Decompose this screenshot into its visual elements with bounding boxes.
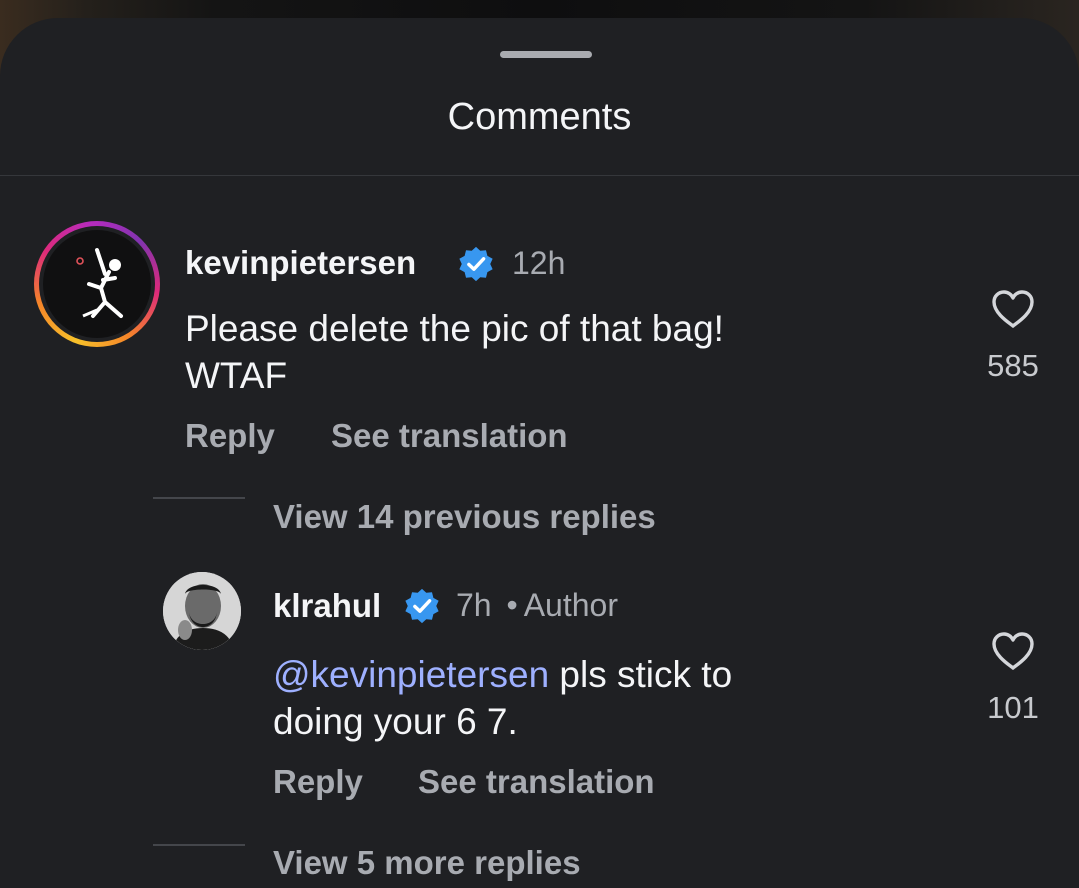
verified-badge-icon <box>405 588 439 624</box>
reply-button[interactable]: Reply <box>273 763 363 801</box>
avatar-story-ring[interactable] <box>34 221 160 347</box>
reply-meta: 7h • Author <box>456 587 618 624</box>
mention-link[interactable]: @kevinpietersen <box>273 654 549 695</box>
reply-text-line: @kevinpietersen pls stick to <box>273 651 732 698</box>
drag-handle[interactable] <box>500 51 592 58</box>
view-more-replies-button[interactable]: View 5 more replies <box>273 844 581 882</box>
person-photo-icon <box>163 572 241 650</box>
meta-separator: • <box>506 587 518 623</box>
reply-username[interactable]: klrahul <box>273 587 381 625</box>
sheet-title: Comments <box>447 96 632 138</box>
comment-text-line: WTAF <box>185 355 288 396</box>
reply-text-line: doing your 6 7. <box>273 701 518 742</box>
like-count: 101 <box>987 690 1039 725</box>
view-previous-replies-button[interactable]: View 14 previous replies <box>273 498 656 536</box>
reply-text-segment: pls stick to <box>549 654 733 695</box>
comment-text: Please delete the pic of that bag! WTAF <box>185 305 724 399</box>
comment-timestamp: 12h <box>512 245 566 281</box>
see-translation-button[interactable]: See translation <box>331 417 568 455</box>
reply-text: @kevinpietersen pls stick to doing your … <box>273 651 732 745</box>
author-tag: Author <box>523 587 618 623</box>
avatar[interactable] <box>163 572 241 650</box>
comments-sheet: Comments kevinpietersen 12h Please delet… <box>0 18 1079 888</box>
see-translation-button[interactable]: See translation <box>418 763 655 801</box>
avatar <box>43 230 151 338</box>
comment-text-line: Please delete the pic of that bag! <box>185 308 724 349</box>
replies-divider-line <box>153 497 245 499</box>
replies-divider-line <box>153 844 245 846</box>
heart-outline-icon[interactable] <box>990 630 1036 672</box>
heart-outline-icon[interactable] <box>990 288 1036 330</box>
reply-button[interactable]: Reply <box>185 417 275 455</box>
cricket-batsman-logo-icon <box>76 248 123 318</box>
reply-timestamp: 7h <box>456 587 492 623</box>
verified-badge-icon <box>459 246 493 282</box>
header-divider <box>0 175 1079 176</box>
like-count: 585 <box>987 348 1039 383</box>
comment-username[interactable]: kevinpietersen <box>185 244 416 282</box>
